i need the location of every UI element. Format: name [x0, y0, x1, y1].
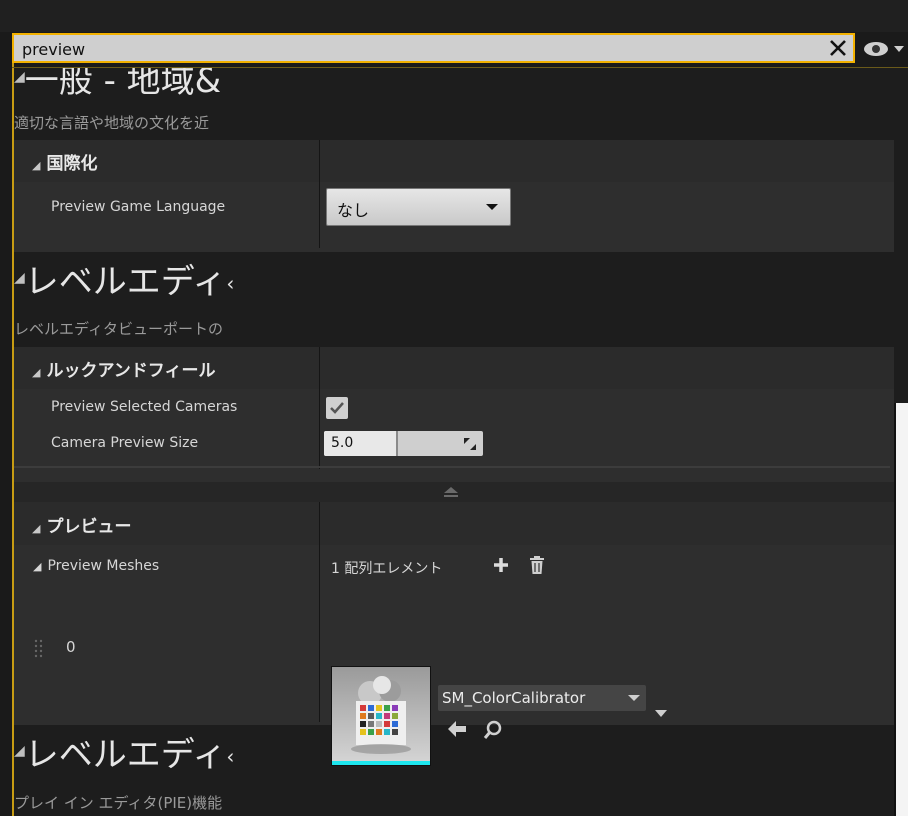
array-property-label[interactable]: ◢ Preview Meshes	[33, 558, 159, 574]
asset-name: SM_ColorCalibrator	[442, 689, 586, 707]
collapse-triangle-icon: ◢	[14, 743, 25, 759]
scrollbar-track[interactable]	[894, 68, 908, 403]
category-title-text: レベルエディ	[24, 262, 227, 302]
language-dropdown[interactable]: なし	[326, 188, 511, 226]
plus-icon[interactable]	[492, 556, 510, 574]
camera-preview-size-slider[interactable]: 5.0	[324, 431, 483, 456]
dropdown-value: なし	[337, 201, 370, 220]
thumbnail-accent-bar	[332, 761, 430, 765]
section-header-label: ◢ プレビュー	[32, 517, 132, 537]
chevron-down-icon[interactable]	[654, 708, 668, 718]
chevron-down-icon	[628, 695, 640, 701]
section-header[interactable]: ◢ 国際化	[14, 140, 894, 182]
top-strip	[0, 0, 908, 32]
splitter-handle[interactable]	[14, 482, 894, 502]
overlay-window-edge	[894, 403, 908, 816]
search-icon[interactable]	[483, 720, 503, 740]
check-icon	[330, 402, 344, 414]
property-label: Preview Selected Cameras	[51, 399, 238, 415]
column-divider	[319, 140, 320, 248]
array-count-label: 1 配列エレメント	[331, 561, 443, 577]
resize-grip-icon	[464, 438, 476, 450]
chevron-down-icon	[486, 204, 498, 210]
section-i18n: ◢ 国際化 Preview Game Language なし	[14, 140, 894, 252]
asset-picker-dropdown[interactable]: SM_ColorCalibrator	[438, 685, 646, 711]
search-box[interactable]	[12, 33, 855, 63]
section-header-label: ◢ 国際化	[32, 154, 98, 174]
details-panel: ◢一般 - 地域& 適切な言語や地域の文化を近 ◢ 国際化 Preview Gam…	[14, 68, 894, 816]
collapse-triangle-icon: ◢	[32, 159, 41, 172]
collapse-triangle-icon: ◢	[33, 560, 42, 573]
arrow-left-icon[interactable]	[447, 720, 467, 738]
section-header[interactable]: ◢ ルックアンドフィール	[14, 347, 894, 389]
eye-icon[interactable]	[862, 38, 906, 60]
search-input[interactable]	[22, 38, 822, 60]
column-divider	[319, 347, 320, 469]
category-title-text: レベルエディ	[24, 735, 227, 775]
color-calibrator-preview	[332, 667, 430, 765]
category-description: プレイ イン エディタ(PIE)機能	[14, 794, 223, 812]
preview-selected-cameras-checkbox[interactable]	[326, 397, 348, 419]
section-header[interactable]: ◢ プレビュー	[14, 502, 894, 545]
category-description: レベルエディタビューポートの	[14, 320, 223, 338]
section-header-label: ◢ ルックアンドフィール	[32, 361, 216, 381]
property-label: Camera Preview Size	[51, 435, 199, 451]
collapse-triangle-icon: ◢	[14, 69, 25, 85]
category-title[interactable]: ◢レベルエディ‹	[14, 738, 234, 772]
section-look-and-feel: ◢ ルックアンドフィール Preview Selected Cameras Cam…	[14, 347, 894, 482]
category-description: 適切な言語や地域の文化を近	[14, 114, 210, 132]
category-title[interactable]: ◢一般 - 地域&	[14, 68, 221, 98]
column-divider	[319, 502, 320, 722]
collapse-triangle-icon: ◢	[32, 522, 41, 535]
element-index: 0	[66, 638, 76, 656]
trash-icon[interactable]	[528, 555, 546, 575]
close-icon[interactable]	[827, 37, 849, 59]
section-bottom-rule	[14, 466, 890, 468]
slider-value: 5.0	[331, 435, 354, 451]
grip-icon[interactable]	[34, 639, 44, 661]
triangle-up-icon	[444, 487, 458, 497]
section-preview: ◢ プレビュー ◢ Preview Meshes 1 配列エレメント 0 SM_…	[14, 502, 894, 766]
collapse-triangle-icon: ◢	[14, 270, 25, 286]
asset-thumbnail[interactable]	[331, 666, 431, 766]
collapse-triangle-icon: ◢	[32, 366, 41, 379]
category-title-text: 一般 - 地域&	[24, 68, 222, 101]
category-title[interactable]: ◢レベルエディ‹	[14, 265, 234, 299]
property-label: Preview Game Language	[51, 199, 226, 215]
